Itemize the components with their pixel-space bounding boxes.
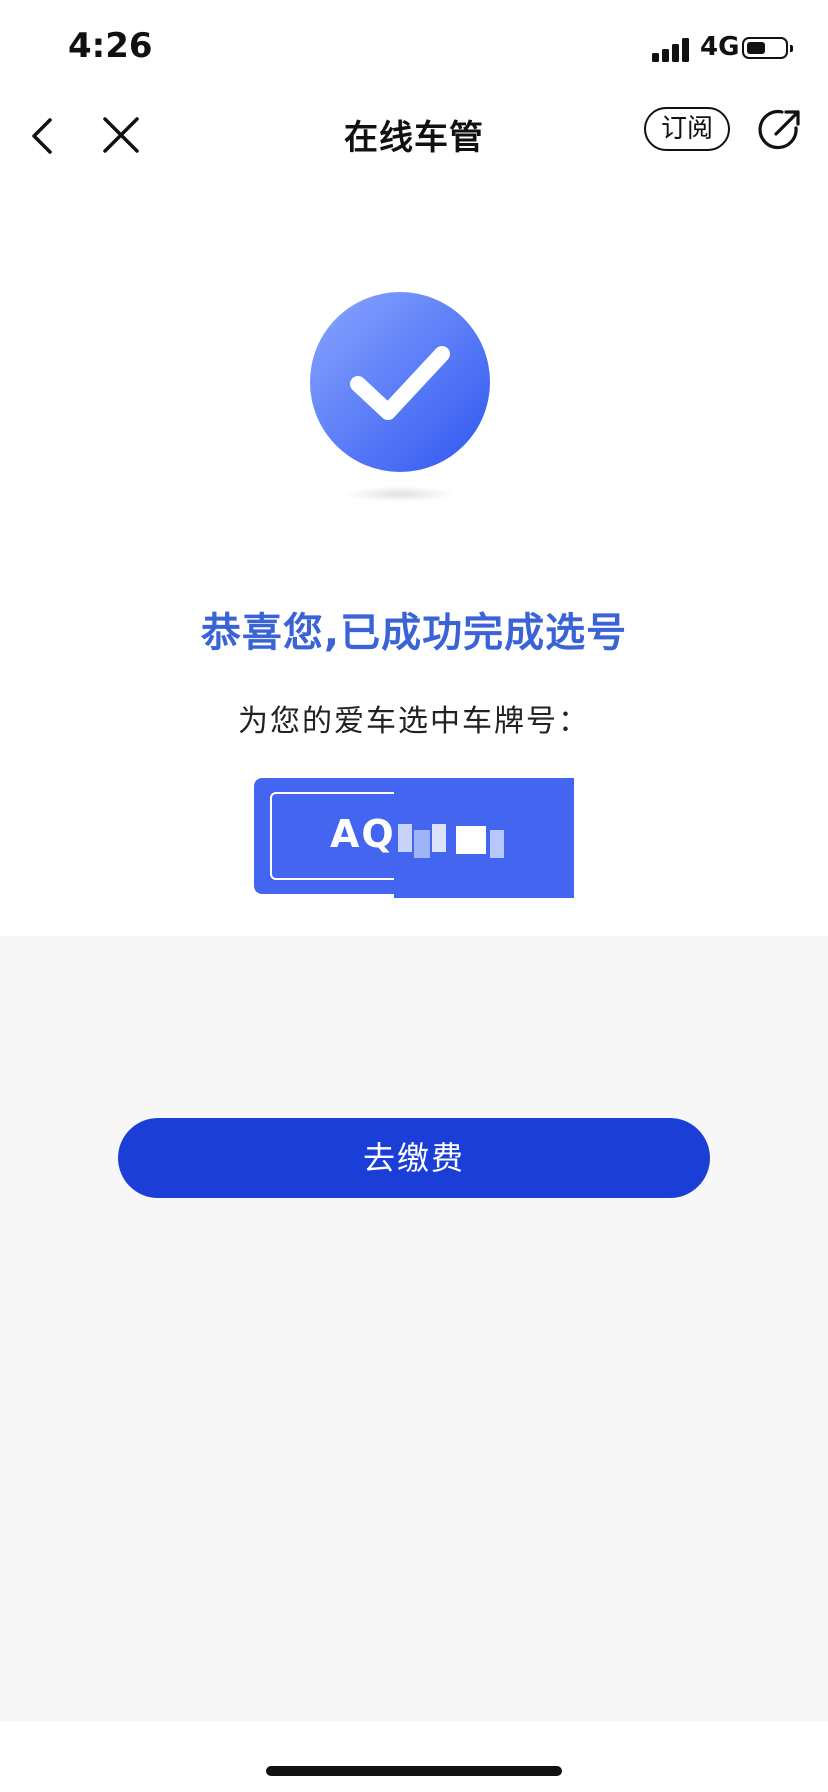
success-title: 恭喜您,已成功完成选号 — [200, 610, 628, 656]
cellular-signal-icon — [652, 38, 692, 62]
result-panel: 恭喜您,已成功完成选号 为您的爱车选中车牌号： AQ — [0, 208, 828, 936]
share-button[interactable] — [756, 106, 804, 154]
status-time: 4:26 — [68, 26, 153, 66]
license-plate: AQ — [254, 778, 574, 898]
subscribe-button[interactable]: 订阅 — [644, 107, 730, 151]
home-indicator[interactable] — [266, 1766, 562, 1776]
action-area: 去缴费 — [0, 936, 828, 1722]
pay-button[interactable]: 去缴费 — [118, 1118, 710, 1198]
nav-bar: 在线车管 订阅 — [0, 96, 828, 208]
success-check-icon — [308, 290, 492, 474]
success-subtitle: 为您的爱车选中车牌号： — [238, 704, 590, 739]
home-area — [0, 1722, 828, 1792]
plate-number: AQ — [330, 812, 396, 856]
plate-redaction — [394, 778, 574, 898]
status-bar: 4:26 4G — [0, 0, 828, 96]
share-icon — [758, 109, 800, 150]
badge-shadow — [344, 486, 456, 502]
network-type: 4G — [700, 32, 740, 62]
battery-icon — [742, 37, 793, 59]
